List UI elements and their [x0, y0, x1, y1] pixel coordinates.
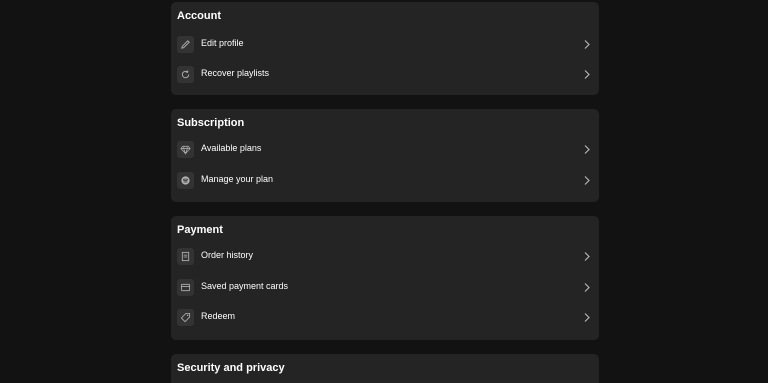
security-privacy-section: Security and privacy: [171, 354, 599, 383]
section-title-subscription: Subscription: [177, 117, 245, 129]
saved-payment-cards-row[interactable]: Saved payment cards: [171, 273, 599, 303]
subscription-section: Subscription Available plans Manage your…: [171, 109, 599, 202]
tag-icon: [177, 309, 194, 326]
recover-playlists-label: Recover playlists: [201, 68, 270, 78]
credit-card-icon: [177, 279, 194, 296]
order-history-label: Order history: [201, 250, 254, 260]
redeem-label: Redeem: [201, 311, 236, 321]
manage-your-plan-label: Manage your plan: [201, 174, 274, 184]
saved-payment-cards-label: Saved payment cards: [201, 281, 289, 291]
receipt-icon: [177, 248, 194, 265]
account-section: Account Edit profile Recover playlists: [171, 2, 599, 95]
payment-section: Payment Order history Saved payment card…: [171, 216, 599, 340]
order-history-row[interactable]: Order history: [171, 242, 599, 272]
chevron-right-icon: [583, 144, 591, 155]
diamond-icon: [177, 141, 194, 158]
manage-your-plan-row[interactable]: Manage your plan: [171, 166, 599, 196]
edit-profile-label: Edit profile: [201, 38, 244, 48]
section-title-security-privacy: Security and privacy: [177, 362, 285, 374]
section-title-account: Account: [177, 10, 221, 22]
chevron-right-icon: [583, 312, 591, 323]
section-title-payment: Payment: [177, 224, 223, 236]
chevron-right-icon: [583, 39, 591, 50]
chevron-right-icon: [583, 69, 591, 80]
chevron-right-icon: [583, 282, 591, 293]
redeem-row[interactable]: Redeem: [171, 303, 599, 333]
recover-playlists-row[interactable]: Recover playlists: [171, 60, 599, 90]
available-plans-row[interactable]: Available plans: [171, 135, 599, 165]
spotify-icon: [177, 172, 194, 189]
account-settings-page: Account Edit profile Recover playlists S…: [0, 0, 768, 383]
chevron-right-icon: [583, 251, 591, 262]
available-plans-label: Available plans: [201, 143, 262, 153]
refresh-icon: [177, 66, 194, 83]
pencil-icon: [177, 36, 194, 53]
chevron-right-icon: [583, 175, 591, 186]
edit-profile-row[interactable]: Edit profile: [171, 30, 599, 60]
